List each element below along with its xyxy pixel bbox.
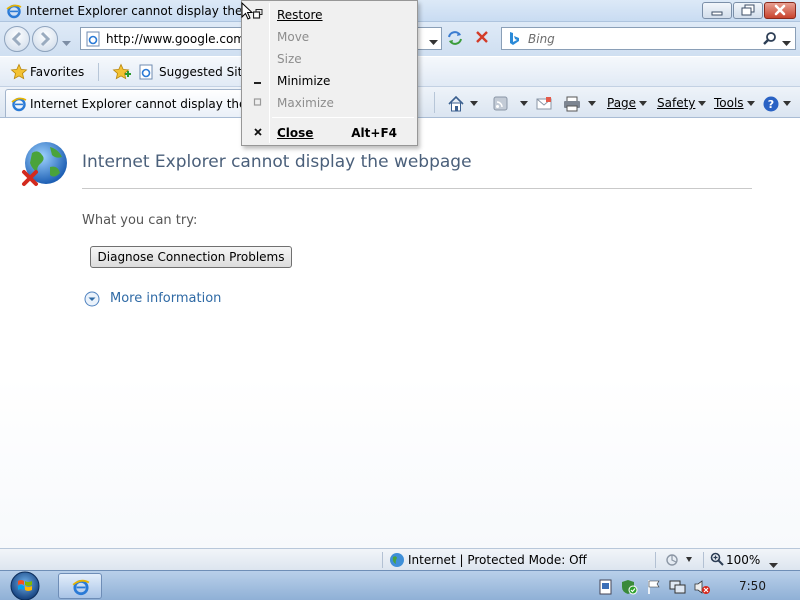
status-bar: Internet | Protected Mode: Off 100% — [0, 548, 800, 570]
add-to-favorites-bar-icon[interactable] — [112, 63, 132, 84]
expand-chevron-icon[interactable] — [84, 291, 100, 310]
menu-item-label: Maximize — [277, 96, 334, 110]
forward-arrow-icon — [40, 31, 51, 47]
printer-icon — [564, 96, 580, 111]
tray-action-center-flag-icon[interactable] — [646, 579, 662, 598]
internet-zone-globe-icon — [389, 552, 405, 571]
stop-icon[interactable] — [474, 29, 490, 48]
start-button[interactable] — [6, 571, 44, 600]
error-heading: Internet Explorer cannot display the web… — [82, 152, 472, 172]
minimize-window-button[interactable] — [702, 2, 732, 19]
diagnose-connection-button[interactable]: Diagnose Connection Problems — [90, 246, 292, 268]
bing-icon — [507, 31, 521, 50]
menu-item-move[interactable]: Move — [244, 26, 415, 47]
favorites-star-icon — [10, 63, 28, 88]
favorites-separator — [98, 63, 99, 81]
page-menu[interactable]: Page — [607, 92, 648, 114]
maximize-icon — [252, 97, 264, 109]
taskbar-internet-explorer-button[interactable] — [58, 573, 102, 599]
menu-item-shortcut: Alt+F4 — [351, 126, 397, 140]
recent-pages-dropdown-icon[interactable] — [62, 36, 71, 50]
favorites-button[interactable]: Favorites — [6, 61, 90, 83]
back-arrow-icon — [11, 31, 22, 47]
safety-menu[interactable]: Safety — [657, 92, 707, 114]
status-separator — [703, 552, 704, 568]
tray-volume-muted-icon[interactable] — [693, 579, 711, 598]
tab-page-icon — [11, 96, 27, 115]
what-you-can-try-label: What you can try: — [82, 213, 198, 228]
mouse-pointer-icon — [241, 1, 255, 25]
status-separator — [382, 552, 383, 568]
tray-security-shield-icon[interactable] — [621, 579, 639, 598]
security-zone-label: Internet | Protected Mode: Off — [408, 553, 587, 567]
home-icon — [448, 95, 464, 111]
feeds-button[interactable] — [492, 92, 528, 114]
menu-separator — [272, 117, 414, 118]
tab-title: Internet Explorer cannot display the web… — [30, 97, 250, 111]
close-window-button[interactable] — [764, 2, 796, 19]
menu-item-label: Move — [277, 30, 310, 44]
search-box[interactable] — [501, 27, 796, 50]
search-input[interactable] — [528, 31, 758, 47]
menu-item-label: Close — [277, 126, 314, 140]
read-mail-icon[interactable] — [535, 92, 553, 114]
search-icon[interactable] — [762, 31, 777, 49]
page-menu-label: Page — [607, 96, 637, 110]
menu-item-restore[interactable]: Restore — [244, 4, 415, 25]
favorites-label: Favorites — [30, 65, 85, 79]
refresh-icon[interactable] — [446, 29, 464, 50]
zoom-magnifier-icon — [710, 552, 724, 569]
home-button[interactable] — [447, 92, 478, 114]
zoom-level-label: 100% — [726, 553, 761, 567]
minimize-icon — [252, 75, 264, 87]
tools-menu[interactable]: Tools — [714, 92, 755, 114]
close-icon — [252, 127, 264, 139]
menu-item-maximize[interactable]: Maximize — [244, 92, 415, 113]
menu-item-minimize[interactable]: Minimize — [244, 70, 415, 91]
window-system-menu: Restore Move Size Minimize Maximize Clos… — [241, 0, 418, 146]
taskbar: 7:50 — [0, 570, 800, 600]
taskbar-clock[interactable]: 7:50 — [739, 579, 766, 593]
status-separator — [655, 552, 656, 568]
page-icon — [85, 31, 101, 50]
internet-explorer-icon — [72, 578, 90, 599]
menu-item-size[interactable]: Size — [244, 48, 415, 69]
address-dropdown-icon[interactable] — [429, 35, 438, 49]
restore-window-button[interactable] — [733, 2, 763, 19]
search-options-dropdown-icon[interactable] — [782, 36, 791, 50]
suggested-sites-page-icon — [138, 64, 154, 87]
rss-feed-icon — [493, 96, 508, 110]
print-button[interactable] — [562, 92, 596, 114]
tray-document-icon[interactable] — [598, 579, 614, 598]
command-bar-separator — [434, 92, 435, 113]
page-content: Internet Explorer cannot display the web… — [0, 119, 800, 548]
menu-item-label: Size — [277, 52, 302, 66]
menu-item-label: Restore — [277, 8, 323, 22]
tray-network-icon[interactable] — [669, 579, 687, 598]
help-icon: ? — [763, 96, 779, 111]
safety-menu-label: Safety — [657, 96, 696, 110]
forward-button[interactable] — [32, 26, 58, 52]
menu-item-label: Minimize — [277, 74, 331, 88]
svg-text:?: ? — [768, 98, 774, 111]
help-button[interactable]: ? — [762, 92, 791, 114]
internet-explorer-icon[interactable] — [6, 3, 22, 22]
browser-tab[interactable]: Internet Explorer cannot display the web… — [5, 89, 255, 117]
network-error-globe-icon — [20, 139, 70, 192]
suggested-sites-link[interactable]: Suggested Sites — [138, 61, 256, 83]
protected-mode-icon[interactable] — [664, 553, 694, 570]
back-button[interactable] — [4, 26, 30, 52]
heading-divider — [82, 188, 752, 189]
tools-menu-label: Tools — [714, 96, 744, 110]
menu-item-close[interactable]: Close Alt+F4 — [244, 122, 415, 143]
address-url[interactable]: http://www.google.com/ — [106, 32, 249, 46]
more-information-label[interactable]: More information — [110, 291, 221, 306]
